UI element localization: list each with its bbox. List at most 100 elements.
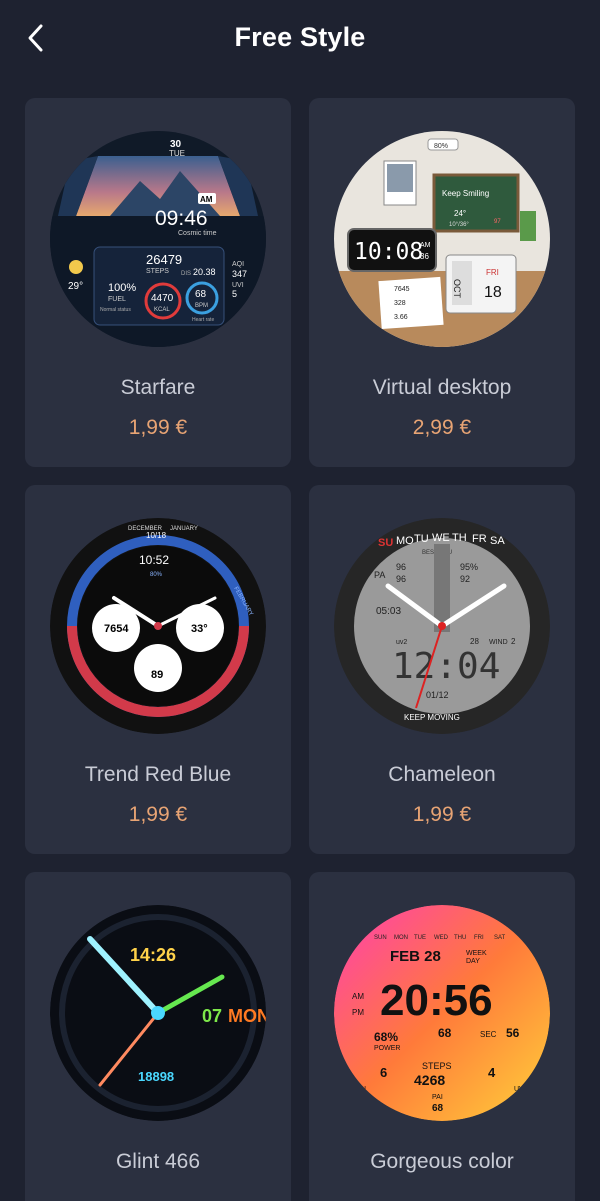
svg-text:5: 5 — [232, 289, 237, 299]
svg-text:28: 28 — [470, 637, 479, 646]
svg-text:TH: TH — [452, 532, 467, 544]
svg-text:Keep Smiling: Keep Smiling — [442, 189, 489, 198]
svg-text:TU: TU — [414, 533, 429, 545]
svg-text:Heart rate: Heart rate — [192, 317, 214, 323]
svg-text:TUE: TUE — [414, 935, 426, 941]
svg-text:SAT: SAT — [494, 935, 506, 941]
svg-text:07: 07 — [202, 1006, 222, 1026]
watchface-name: Virtual desktop — [372, 376, 512, 399]
svg-text:2: 2 — [511, 637, 516, 646]
svg-text:05:03: 05:03 — [376, 606, 401, 617]
svg-text:68: 68 — [438, 1026, 452, 1040]
caption-text: Cosmic time — [178, 230, 217, 237]
svg-text:56: 56 — [506, 1026, 520, 1040]
watchface-preview: 14:26 07 MON 18898 — [50, 905, 266, 1121]
watchface-price: 1,99 € — [412, 803, 472, 826]
svg-text:SA: SA — [490, 535, 505, 547]
svg-text:MON: MON — [228, 1006, 266, 1026]
svg-text:80%: 80% — [434, 143, 448, 150]
watchface-card-trend-red-blue[interactable]: 10/18 10:52 80% 7654 33° 89 DECEMBER JAN… — [25, 485, 291, 854]
svg-text:MO: MO — [396, 535, 414, 547]
svg-text:10°/36°: 10°/36° — [449, 222, 469, 228]
svg-text:95%: 95% — [460, 562, 478, 572]
svg-text:4470: 4470 — [151, 293, 174, 304]
svg-text:7654: 7654 — [104, 623, 129, 635]
watchface-card-glint-466[interactable]: 14:26 07 MON 18898 Glint 466 — [25, 872, 291, 1201]
watchface-card-chameleon[interactable]: SU MO TU WE TH FR SA BEST YOU PA 96 96 9… — [309, 485, 575, 854]
svg-text:12:04: 12:04 — [392, 646, 500, 687]
watchface-card-starfare[interactable]: 30 TUE AM 09:46 Cosmic time 26479 STEPS … — [25, 98, 291, 467]
svg-text:FRI: FRI — [474, 935, 484, 941]
svg-text:DIS: DIS — [181, 271, 191, 277]
svg-text:KCAL: KCAL — [154, 307, 170, 313]
svg-text:SUN: SUN — [374, 935, 387, 941]
svg-text:3.66: 3.66 — [394, 314, 408, 321]
svg-text:328: 328 — [394, 300, 406, 307]
svg-text:96: 96 — [396, 574, 406, 584]
svg-text:WE: WE — [432, 532, 450, 544]
watchface-name: Trend Red Blue — [84, 763, 232, 786]
svg-text:10:08: 10:08 — [354, 239, 423, 265]
svg-text:uv2: uv2 — [396, 639, 407, 646]
svg-text:JANUARY: JANUARY — [170, 526, 198, 532]
top-bar: Free Style — [0, 0, 600, 78]
svg-text:68: 68 — [432, 1103, 444, 1114]
svg-text:AM: AM — [352, 992, 364, 1001]
svg-text:FEB 28: FEB 28 — [390, 948, 441, 965]
watchface-name: Gorgeous color — [370, 1150, 514, 1173]
svg-text:PA: PA — [374, 570, 385, 580]
svg-text:STEPS: STEPS — [146, 268, 169, 275]
svg-text:10/18: 10/18 — [146, 531, 167, 540]
svg-text:18: 18 — [484, 284, 502, 301]
day-text: TUE — [169, 149, 185, 158]
svg-text:FRI: FRI — [486, 268, 499, 277]
time-text: 09:46 — [155, 207, 208, 230]
svg-text:92: 92 — [460, 574, 470, 584]
svg-text:POWER: POWER — [374, 1045, 400, 1052]
svg-text:18898: 18898 — [138, 1069, 174, 1084]
watchface-card-virtual-desktop[interactable]: 80% Keep Smiling 24° 10°/36° 97 10:08 AM… — [309, 98, 575, 467]
svg-text:STEPS: STEPS — [422, 1061, 452, 1071]
svg-text:68%: 68% — [374, 1030, 398, 1044]
svg-text:WEEK: WEEK — [466, 950, 487, 957]
svg-text:DECEMBER: DECEMBER — [128, 526, 163, 532]
svg-text:PAI: PAI — [432, 1094, 443, 1101]
svg-text:89: 89 — [151, 669, 163, 681]
svg-text:10:52: 10:52 — [139, 553, 169, 567]
watchface-card-gorgeous-color[interactable]: SUN MON TUE WED THU FRI SAT FEB 28 WEEK … — [309, 872, 575, 1201]
svg-text:14:26: 14:26 — [130, 945, 176, 965]
svg-text:UVI: UVI — [514, 1086, 526, 1093]
watchface-preview: SU MO TU WE TH FR SA BEST YOU PA 96 96 9… — [334, 518, 550, 734]
watchface-grid: 30 TUE AM 09:46 Cosmic time 26479 STEPS … — [25, 98, 575, 1201]
svg-text:01/12: 01/12 — [426, 690, 449, 700]
svg-text:FUEL: FUEL — [108, 296, 126, 303]
page-title: Free Style — [234, 22, 366, 52]
svg-text:DAY: DAY — [466, 958, 480, 965]
svg-text:AM: AM — [420, 242, 431, 249]
ampm-text: AM — [200, 195, 213, 204]
svg-text:100%: 100% — [108, 282, 136, 294]
svg-text:36: 36 — [420, 252, 429, 261]
watchface-price: 1,99 € — [128, 803, 188, 826]
svg-text:33°: 33° — [191, 623, 208, 635]
svg-text:24°: 24° — [454, 209, 466, 218]
svg-text:7645: 7645 — [394, 286, 410, 293]
svg-text:WIND: WIND — [489, 639, 508, 646]
svg-text:96: 96 — [396, 562, 406, 572]
svg-text:20.38: 20.38 — [193, 267, 216, 277]
watchface-preview: 30 TUE AM 09:46 Cosmic time 26479 STEPS … — [50, 131, 266, 347]
svg-text:AQI: AQI — [354, 1086, 366, 1093]
svg-text:AQI: AQI — [232, 261, 244, 268]
steps-text: 26479 — [146, 252, 182, 267]
svg-text:4268: 4268 — [414, 1072, 445, 1088]
watchface-price: 2,99 € — [412, 416, 472, 439]
watchface-preview: 80% Keep Smiling 24° 10°/36° 97 10:08 AM… — [334, 131, 550, 347]
watchface-name: Glint 466 — [115, 1150, 201, 1173]
svg-text:4: 4 — [488, 1065, 496, 1080]
watchface-name: Starfare — [120, 376, 196, 399]
svg-text:PM: PM — [352, 1008, 364, 1017]
svg-text:FR: FR — [472, 533, 487, 545]
svg-text:29°: 29° — [68, 281, 83, 292]
svg-text:80%: 80% — [150, 572, 163, 578]
svg-text:OCT: OCT — [452, 279, 462, 299]
